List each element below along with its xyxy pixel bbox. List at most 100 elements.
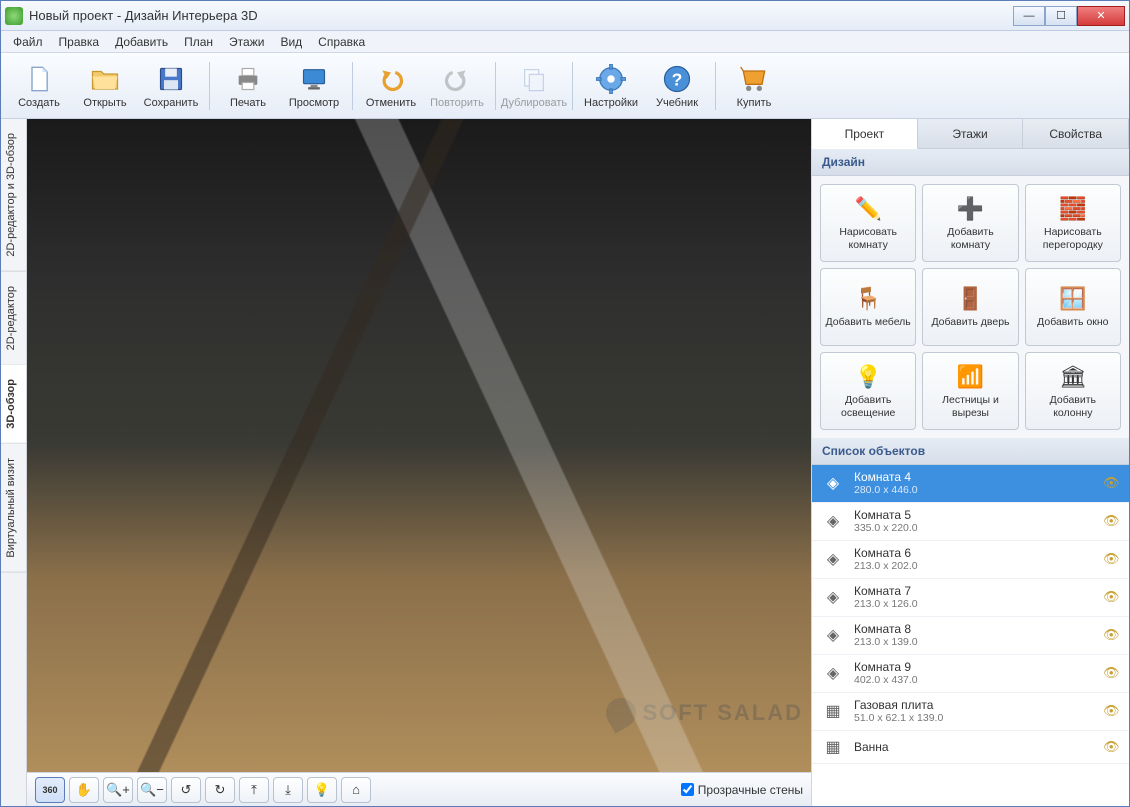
- object-item[interactable]: ◈Комната 6213.0 x 202.0👁: [812, 541, 1129, 579]
- add-window-icon: 🪟: [1057, 285, 1089, 313]
- design-button-label: Добавить окно: [1037, 316, 1108, 328]
- add-furniture-button[interactable]: 🪑Добавить мебель: [820, 268, 916, 346]
- stairs-icon: 📶: [954, 363, 986, 391]
- view-zoom-out-button[interactable]: 🔍−: [137, 777, 167, 803]
- toolbar-label: Открыть: [83, 98, 126, 109]
- right-tab-project[interactable]: Проект: [812, 119, 918, 149]
- draw-wall-button[interactable]: 🧱Нарисовать перегородку: [1025, 184, 1121, 262]
- visibility-toggle-icon[interactable]: 👁: [1103, 475, 1121, 491]
- toolbar-separator: [495, 62, 496, 110]
- add-column-icon: 🏛: [1057, 363, 1089, 391]
- preview-button[interactable]: Просмотр: [282, 56, 346, 116]
- menu-файл[interactable]: Файл: [5, 33, 51, 51]
- left-tab-2d[interactable]: 2D-редактор: [1, 272, 26, 365]
- maximize-button[interactable]: ☐: [1045, 6, 1077, 26]
- menu-справка[interactable]: Справка: [310, 33, 373, 51]
- app-icon: [5, 7, 23, 25]
- add-column-button[interactable]: 🏛Добавить колонну: [1025, 352, 1121, 430]
- view-360-button[interactable]: 360: [35, 777, 65, 803]
- view-home-button[interactable]: ⌂: [341, 777, 371, 803]
- object-dimensions: 280.0 x 446.0: [854, 484, 1095, 497]
- add-door-button[interactable]: 🚪Добавить дверь: [922, 268, 1018, 346]
- view-zoom-in-button[interactable]: 🔍+: [103, 777, 133, 803]
- add-window-button[interactable]: 🪟 Добавить окно: [1025, 268, 1121, 346]
- tutorial-button[interactable]: ?Учебник: [645, 56, 709, 116]
- undo-button[interactable]: Отменить: [359, 56, 423, 116]
- object-type-icon: ◈: [820, 510, 846, 532]
- view-rot-left-button[interactable]: ↺: [171, 777, 201, 803]
- view-tilt-down-button[interactable]: ⤓: [273, 777, 303, 803]
- visibility-toggle-icon[interactable]: 👁: [1103, 627, 1121, 643]
- object-item[interactable]: ◈Комната 4280.0 x 446.0👁: [812, 465, 1129, 503]
- object-dimensions: 51.0 x 62.1 x 139.0: [854, 712, 1095, 725]
- menu-план[interactable]: План: [176, 33, 221, 51]
- visibility-toggle-icon[interactable]: 👁: [1103, 665, 1121, 681]
- object-item[interactable]: ◈Комната 7213.0 x 126.0👁: [812, 579, 1129, 617]
- add-door-icon: 🚪: [954, 285, 986, 313]
- toolbar-label: Просмотр: [289, 98, 339, 109]
- object-type-icon: ◈: [820, 624, 846, 646]
- left-tab-3d[interactable]: 3D-обзор: [1, 365, 26, 444]
- menu-вид[interactable]: Вид: [272, 33, 310, 51]
- left-tab-2d3d[interactable]: 2D-редактор и 3D-обзор: [1, 119, 26, 272]
- view-tilt-up-button[interactable]: ⤒: [239, 777, 269, 803]
- monitor-icon: [298, 63, 330, 95]
- create-button[interactable]: Создать: [7, 56, 71, 116]
- add-room-button[interactable]: ➕Добавить комнату: [922, 184, 1018, 262]
- design-section-header: Дизайн: [812, 149, 1129, 176]
- right-panel-tabs: ПроектЭтажиСвойства: [812, 119, 1129, 149]
- copy-icon: [518, 63, 550, 95]
- cart-icon: [738, 63, 770, 95]
- add-light-button[interactable]: 💡Добавить освещение: [820, 352, 916, 430]
- object-info: Комната 5335.0 x 220.0: [854, 508, 1095, 535]
- duplicate-button: Дублировать: [502, 56, 566, 116]
- visibility-toggle-icon[interactable]: 👁: [1103, 551, 1121, 567]
- close-button[interactable]: ✕: [1077, 6, 1125, 26]
- visibility-toggle-icon[interactable]: 👁: [1103, 739, 1121, 755]
- objects-section-header: Список объектов: [812, 438, 1129, 465]
- transparent-walls-input[interactable]: [681, 783, 694, 796]
- menu-правка[interactable]: Правка: [51, 33, 108, 51]
- buy-button[interactable]: Купить: [722, 56, 786, 116]
- settings-button[interactable]: Настройки: [579, 56, 643, 116]
- draw-room-button[interactable]: ✏️Нарисовать комнату: [820, 184, 916, 262]
- object-info: Комната 7213.0 x 126.0: [854, 584, 1095, 611]
- object-item[interactable]: ◈Комната 9402.0 x 437.0👁: [812, 655, 1129, 693]
- object-item[interactable]: ◈ Комната 5335.0 x 220.0 👁: [812, 503, 1129, 541]
- right-panel: ПроектЭтажиСвойства Дизайн ✏️Нарисовать …: [811, 119, 1129, 806]
- objects-list[interactable]: ◈Комната 4280.0 x 446.0👁◈Комната 5335.0 …: [812, 465, 1129, 806]
- right-tab-floors[interactable]: Этажи: [918, 119, 1024, 148]
- toolbar-separator: [572, 62, 573, 110]
- save-button[interactable]: Сохранить: [139, 56, 203, 116]
- view-rot-right-button[interactable]: ↻: [205, 777, 235, 803]
- object-name: Комната 6: [854, 546, 1095, 560]
- 3d-scene[interactable]: SOFT SALAD: [27, 119, 811, 772]
- main-toolbar: Создать Открыть СохранитьПечать Просмотр Отм…: [1, 53, 1129, 119]
- menu-этажи[interactable]: Этажи: [221, 33, 272, 51]
- design-button-label: Добавить мебель: [826, 316, 911, 328]
- stairs-button[interactable]: 📶Лестницы и вырезы: [922, 352, 1018, 430]
- print-button[interactable]: Печать: [216, 56, 280, 116]
- view-pan-button[interactable]: ✋: [69, 777, 99, 803]
- open-button[interactable]: Открыть: [73, 56, 137, 116]
- visibility-toggle-icon[interactable]: 👁: [1103, 703, 1121, 719]
- object-item[interactable]: ▦Газовая плита51.0 x 62.1 x 139.0👁: [812, 693, 1129, 731]
- left-tab-virtual[interactable]: Виртуальный визит: [1, 444, 26, 573]
- object-name: Комната 8: [854, 622, 1095, 636]
- minimize-button[interactable]: —: [1013, 6, 1045, 26]
- object-type-icon: ◈: [820, 472, 846, 494]
- design-button-label: Нарисовать комнату: [825, 226, 911, 250]
- right-tab-properties[interactable]: Свойства: [1023, 119, 1129, 148]
- object-item[interactable]: ▦Ванна👁: [812, 731, 1129, 764]
- visibility-toggle-icon[interactable]: 👁: [1103, 513, 1121, 529]
- menu-добавить[interactable]: Добавить: [107, 33, 176, 51]
- printer-icon: [232, 63, 264, 95]
- watermark: SOFT SALAD: [606, 698, 803, 728]
- gear-icon: [595, 63, 627, 95]
- visibility-toggle-icon[interactable]: 👁: [1103, 589, 1121, 605]
- object-dimensions: 402.0 x 437.0: [854, 674, 1095, 687]
- object-item[interactable]: ◈Комната 8213.0 x 139.0👁: [812, 617, 1129, 655]
- transparent-walls-checkbox[interactable]: Прозрачные стены: [681, 783, 803, 797]
- object-name: Комната 9: [854, 660, 1095, 674]
- view-light-button[interactable]: 💡: [307, 777, 337, 803]
